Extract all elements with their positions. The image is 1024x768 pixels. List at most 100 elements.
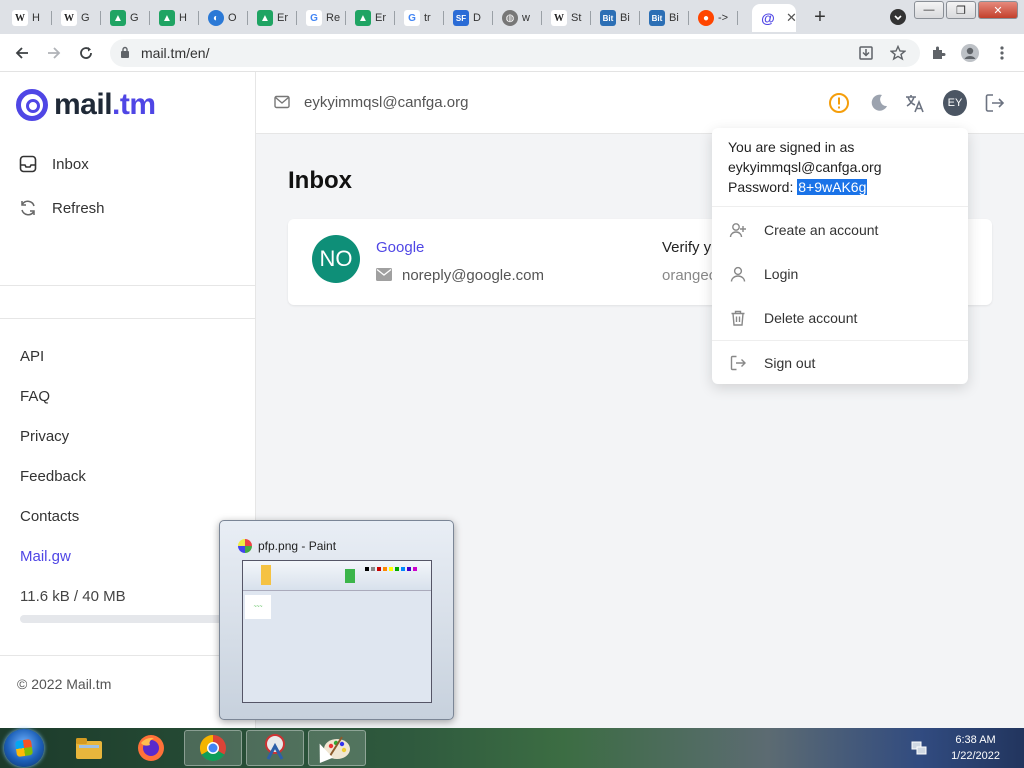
- tab-mail-tm[interactable]: @ ✕: [752, 4, 796, 32]
- menu-item-label: Login: [764, 266, 799, 282]
- browser-menu-icon[interactable]: [990, 41, 1014, 65]
- divider: [712, 206, 968, 207]
- faq-link[interactable]: FAQ: [20, 388, 50, 405]
- mail-tm-icon: @: [760, 10, 776, 26]
- close-tab-icon[interactable]: ✕: [786, 10, 796, 26]
- sender-name: Google: [376, 239, 425, 256]
- start-button[interactable]: [4, 729, 44, 767]
- tab-favicon-icon: Bit: [649, 10, 665, 26]
- divider: [0, 655, 255, 656]
- login-menu-item[interactable]: Login: [728, 265, 798, 283]
- file-explorer-taskbar-button[interactable]: [60, 730, 118, 766]
- tab-title: w: [522, 12, 530, 24]
- envelope-icon: [274, 95, 290, 114]
- menu-item-label: Delete account: [764, 310, 858, 326]
- back-button[interactable]: [10, 41, 34, 65]
- clock-time: 6:38 AM: [955, 734, 996, 746]
- translate-icon[interactable]: [903, 91, 927, 115]
- mail-gw-link[interactable]: Mail.gw: [20, 548, 71, 565]
- scissors-icon: [265, 734, 285, 760]
- mail-tm-logo[interactable]: mail.tm: [16, 88, 156, 122]
- browser-tab[interactable]: ▲ Er: [249, 4, 297, 32]
- tab-title: Er: [277, 12, 288, 24]
- thumbnail-title-text: pfp.png - Paint: [258, 539, 337, 553]
- extensions-icon[interactable]: [926, 41, 950, 65]
- browser-tab[interactable]: WH: [4, 4, 52, 32]
- message-subject: Verify y: [662, 239, 712, 256]
- firefox-taskbar-button[interactable]: [122, 730, 180, 766]
- browser-tab[interactable]: Bit Bi: [592, 4, 640, 32]
- tab-separator: [737, 11, 738, 25]
- sidebar-item-inbox[interactable]: Inbox: [18, 154, 89, 174]
- bookmark-star-icon[interactable]: [886, 41, 910, 65]
- snipping-tool-taskbar-button[interactable]: [246, 730, 304, 766]
- browser-tab[interactable]: G Re: [298, 4, 346, 32]
- tab-favicon-icon: G: [306, 10, 322, 26]
- browser-tab[interactable]: ● ->: [690, 4, 738, 32]
- tab-separator: [51, 11, 52, 25]
- browser-tab[interactable]: ▲ Er: [347, 4, 395, 32]
- browser-tab[interactable]: SF D: [445, 4, 493, 32]
- tab-search-button[interactable]: [890, 9, 906, 25]
- password-line: Password: 8+9wAK6g: [728, 177, 882, 197]
- password-value[interactable]: 8+9wAK6g: [797, 179, 868, 195]
- browser-tab[interactable]: WG: [53, 4, 101, 32]
- copyright-text: © 2022 Mail.tm: [17, 676, 112, 692]
- dark-mode-moon-icon[interactable]: [867, 91, 891, 115]
- browser-tab[interactable]: Bit Bi: [641, 4, 689, 32]
- browser-tab[interactable]: ◍ w: [494, 4, 542, 32]
- create-account-menu-item[interactable]: Create an account: [728, 221, 878, 239]
- browser-tab[interactable]: Gtr: [396, 4, 444, 32]
- refresh-icon: [18, 198, 38, 218]
- browser-toolbar: mail.tm/en/: [0, 34, 1024, 72]
- browser-tab[interactable]: W St: [543, 4, 591, 32]
- network-icon[interactable]: [910, 739, 928, 762]
- current-email-address[interactable]: eykyimmqsl@canfga.org: [304, 94, 468, 111]
- api-link[interactable]: API: [20, 348, 44, 365]
- profile-icon[interactable]: [958, 41, 982, 65]
- account-avatar-button[interactable]: EY: [943, 90, 967, 116]
- chrome-taskbar-button[interactable]: [184, 730, 242, 766]
- url-text: mail.tm/en/: [141, 45, 210, 61]
- tab-favicon-icon: ●: [698, 10, 714, 26]
- taskbar-clock[interactable]: 6:38 AM 1/22/2022: [951, 732, 1000, 764]
- tab-favicon-icon: Bit: [600, 10, 616, 26]
- feedback-link[interactable]: Feedback: [20, 468, 86, 485]
- tab-favicon-icon: W: [551, 10, 567, 26]
- tab-separator: [198, 11, 199, 25]
- restore-button[interactable]: ❐: [946, 1, 976, 19]
- sidebar-item-refresh[interactable]: Refresh: [18, 198, 105, 218]
- tab-separator: [639, 11, 640, 25]
- signed-in-email[interactable]: eykyimmqsl@canfga.org: [728, 157, 882, 177]
- minimize-button[interactable]: —: [914, 1, 944, 19]
- sign-out-menu-item[interactable]: Sign out: [728, 354, 815, 372]
- browser-tab[interactable]: ▲ H: [151, 4, 199, 32]
- storage-quota-text: 11.6 kB / 40 MB: [20, 588, 126, 605]
- tab-title: G: [81, 12, 90, 24]
- warning-icon[interactable]: [827, 91, 851, 115]
- contacts-link[interactable]: Contacts: [20, 508, 79, 525]
- tab-title: H: [32, 12, 40, 24]
- paint-window-thumbnail[interactable]: pfp.png - Paint ~~~: [219, 520, 454, 720]
- account-dropdown-menu: You are signed in as eykyimmqsl@canfga.o…: [712, 128, 968, 384]
- install-app-icon[interactable]: [854, 41, 878, 65]
- paint-icon: [238, 539, 252, 553]
- new-tab-button[interactable]: +: [808, 6, 832, 30]
- tab-separator: [345, 11, 346, 25]
- trash-icon: [728, 309, 748, 327]
- logout-icon[interactable]: [983, 91, 1007, 115]
- inbox-icon: [18, 154, 38, 174]
- sign-out-icon: [728, 354, 748, 372]
- at-sign-logo-icon: [16, 89, 48, 121]
- browser-tab[interactable]: ▲ G: [102, 4, 150, 32]
- address-bar[interactable]: mail.tm/en/: [110, 39, 920, 67]
- message-preview: orangec: [662, 267, 717, 284]
- browser-tab[interactable]: ◐ O: [200, 4, 248, 32]
- forward-button[interactable]: [42, 41, 66, 65]
- divider: [0, 285, 255, 286]
- delete-account-menu-item[interactable]: Delete account: [728, 309, 857, 327]
- close-window-button[interactable]: ✕: [978, 1, 1018, 19]
- privacy-link[interactable]: Privacy: [20, 428, 69, 445]
- reload-button[interactable]: [74, 41, 98, 65]
- tab-title: G: [130, 12, 139, 24]
